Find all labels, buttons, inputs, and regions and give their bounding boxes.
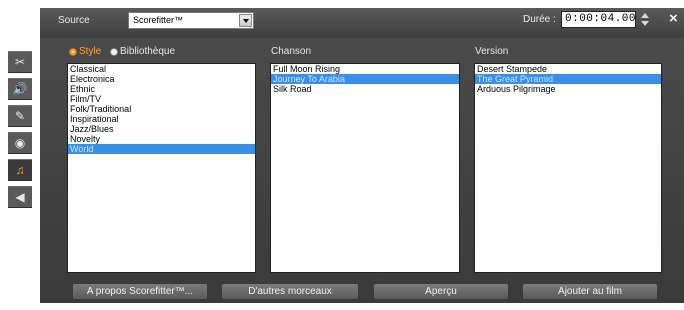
song-list-item[interactable]: Journey To Arabia (271, 74, 459, 84)
scissors-icon[interactable]: ✂ (8, 51, 32, 73)
speaker-icon[interactable]: 🔊 (8, 78, 32, 100)
style-radio-label[interactable]: Style (79, 46, 101, 57)
add-to-movie-button[interactable]: Ajouter au film (522, 283, 658, 300)
song-list-item[interactable]: Full Moon Rising (271, 64, 459, 74)
style-list-item[interactable]: Folk/Traditional (68, 104, 255, 114)
version-column-header: Version (475, 46, 509, 57)
library-radio[interactable] (110, 48, 118, 56)
source-label: Source (58, 15, 90, 26)
spin-down-icon[interactable] (641, 21, 649, 26)
about-scorefitter-button[interactable]: A propos Scorefitter™... (72, 283, 208, 300)
style-list-item[interactable]: Electronica (68, 74, 255, 84)
chevron-down-icon[interactable] (239, 14, 252, 27)
song-list[interactable]: Full Moon Rising Journey To Arabia Silk Ro… (270, 63, 460, 273)
song-list-item[interactable]: Silk Road (271, 84, 459, 94)
source-value: Scorefitter™ (133, 15, 184, 25)
preview-button[interactable]: Aperçu (373, 283, 509, 300)
duration-spinner[interactable] (640, 11, 650, 28)
brush-icon[interactable]: ✎ (8, 105, 32, 127)
version-list-item[interactable]: Arduous Pilgrimage (475, 84, 661, 94)
style-list[interactable]: Classical Electronica Ethnic Film/TV Folk/Tr… (67, 63, 256, 273)
style-list-item[interactable]: Jazz/Blues (68, 124, 255, 134)
music-note-icon[interactable]: ♫ (8, 159, 32, 181)
style-radio[interactable] (69, 48, 77, 56)
style-list-item[interactable]: Novelty (68, 134, 255, 144)
version-list-item[interactable]: Desert Stampede (475, 64, 661, 74)
scorefitter-window: Source Scorefitter™ Durée : 0:00:04.00 ×… (0, 0, 684, 310)
duration-field[interactable]: 0:00:04.00 (561, 11, 636, 28)
style-list-item[interactable]: Inspirational (68, 114, 255, 124)
more-tracks-button[interactable]: D'autres morceaux (221, 283, 359, 300)
style-list-item[interactable]: Ethnic (68, 84, 255, 94)
video-icon[interactable]: ◀ (8, 186, 32, 208)
style-list-item[interactable]: Classical (68, 64, 255, 74)
song-column-header: Chanson (271, 46, 312, 57)
style-list-item[interactable]: World (68, 144, 255, 154)
spin-up-icon[interactable] (641, 13, 649, 18)
close-icon[interactable]: × (669, 11, 678, 26)
version-list[interactable]: Desert Stampede The Great Pyramid Arduous … (474, 63, 662, 273)
disc-icon[interactable]: ◉ (8, 132, 32, 154)
duration-label: Durée : (523, 14, 556, 25)
library-radio-label[interactable]: Bibliothèque (120, 46, 175, 57)
version-list-item[interactable]: The Great Pyramid (475, 74, 661, 84)
style-list-item[interactable]: Film/TV (68, 94, 255, 104)
source-dropdown[interactable]: Scorefitter™ (128, 12, 254, 29)
